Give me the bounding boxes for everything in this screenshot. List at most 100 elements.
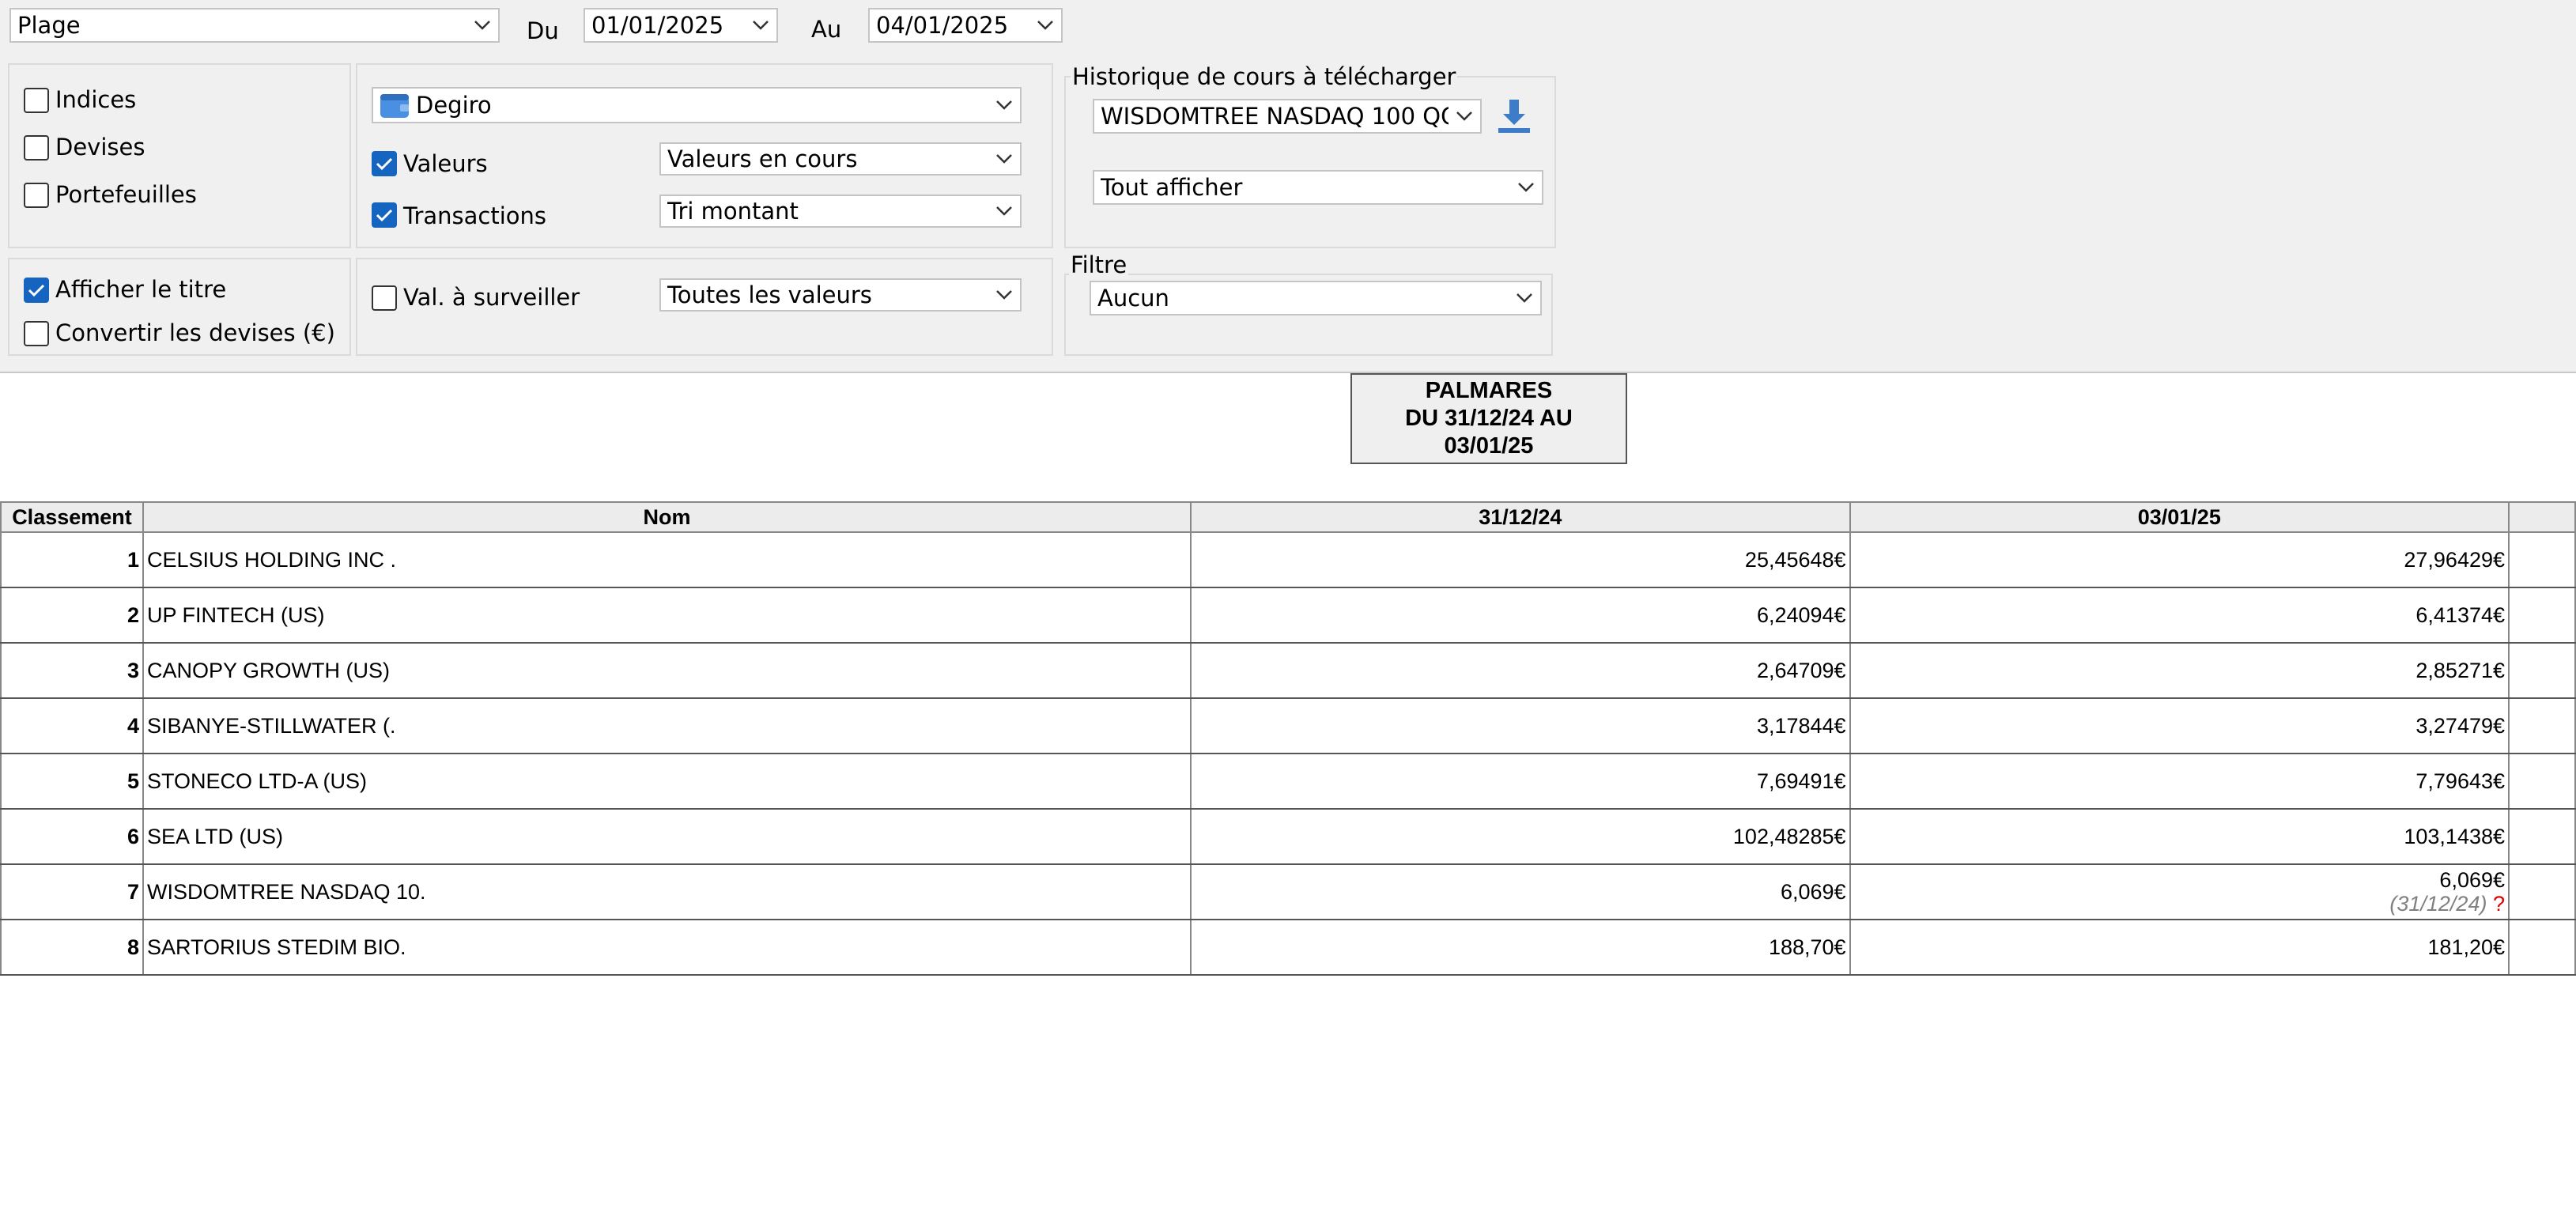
column-header-extra bbox=[2508, 501, 2576, 533]
afficher-titre-label: Afficher le titre bbox=[55, 276, 227, 303]
history-display-select[interactable]: Tout afficher bbox=[1093, 170, 1543, 205]
portefeuilles-checkbox[interactable] bbox=[24, 183, 49, 208]
check-icon bbox=[376, 209, 393, 222]
report-title-line3: 03/01/25 bbox=[1444, 433, 1534, 459]
start-price-cell: 102,48285€ bbox=[1190, 809, 1851, 865]
start-price-cell: 7,69491€ bbox=[1190, 754, 1851, 810]
check-icon bbox=[376, 157, 393, 171]
history-security-select[interactable]: WISDOMTREE NASDAQ 100 QQ bbox=[1093, 99, 1482, 134]
transactions-checkbox[interactable] bbox=[372, 202, 397, 228]
history-security-value: WISDOMTREE NASDAQ 100 QQ bbox=[1101, 103, 1449, 130]
devises-checkbox[interactable] bbox=[24, 135, 49, 161]
val-surveiller-value: Toutes les valeurs bbox=[667, 281, 872, 308]
table-row[interactable]: 8 SARTORIUS STEDIM BIO. 188,70€ 181,20€ bbox=[0, 920, 2576, 976]
chevron-down-icon bbox=[745, 20, 776, 31]
chevron-down-icon bbox=[1510, 182, 1542, 193]
end-price-cell: 27,96429€ bbox=[1849, 532, 2510, 588]
table-row[interactable]: 6 SEA LTD (US) 102,48285€ 103,1438€ bbox=[0, 809, 2576, 865]
val-surveiller-checkbox[interactable] bbox=[372, 285, 397, 311]
rank-cell: 4 bbox=[0, 698, 144, 754]
chevron-down-icon bbox=[988, 153, 1020, 164]
name-cell: WISDOMTREE NASDAQ 10. bbox=[142, 864, 1192, 920]
to-date-value: 04/01/2025 bbox=[876, 12, 1009, 39]
end-price-cell: 2,85271€ bbox=[1849, 643, 2510, 699]
afficher-titre-checkbox[interactable] bbox=[24, 278, 49, 303]
rank-cell: 3 bbox=[0, 643, 144, 699]
name-cell: SARTORIUS STEDIM BIO. bbox=[142, 920, 1192, 976]
end-price-cell: 6,41374€ bbox=[1849, 587, 2510, 644]
report-title: PALMARES DU 31/12/24 AU 03/01/25 bbox=[1350, 373, 1627, 464]
rank-cell: 6 bbox=[0, 809, 144, 865]
chevron-down-icon bbox=[1509, 293, 1540, 304]
devises-label: Devises bbox=[55, 134, 145, 161]
portfolio-value: Degiro bbox=[416, 92, 492, 119]
column-header-rank[interactable]: Classement bbox=[0, 501, 144, 533]
chevron-down-icon bbox=[988, 289, 1020, 300]
extra-cell bbox=[2508, 809, 2576, 865]
indices-label: Indices bbox=[55, 86, 137, 113]
missing-quote-flag: ? bbox=[2492, 892, 2506, 916]
portfolio-select[interactable]: Degiro bbox=[372, 87, 1022, 123]
chevron-down-icon bbox=[1029, 20, 1061, 31]
to-date-picker[interactable]: 04/01/2025 bbox=[868, 8, 1063, 43]
report-title-line1: PALMARES bbox=[1425, 378, 1553, 403]
extra-cell bbox=[2508, 643, 2576, 699]
val-surveiller-select[interactable]: Toutes les valeurs bbox=[659, 278, 1022, 312]
history-legend: Historique de cours à télécharger bbox=[1071, 63, 1458, 90]
chevron-down-icon bbox=[988, 100, 1020, 111]
options-panel: Plage Du 01/01/2025 Au 04/01/2025 Indice… bbox=[0, 0, 2576, 373]
table-row[interactable]: 4 SIBANYE-STILLWATER (. 3,17844€ 3,27479… bbox=[0, 698, 2576, 754]
name-cell: SEA LTD (US) bbox=[142, 809, 1192, 865]
name-cell: UP FINTECH (US) bbox=[142, 587, 1192, 644]
indices-checkbox[interactable] bbox=[24, 88, 49, 113]
table-row[interactable]: 5 STONECO LTD-A (US) 7,69491€ 7,79643€ bbox=[0, 754, 2576, 810]
rank-cell: 5 bbox=[0, 754, 144, 810]
filter-value: Aucun bbox=[1097, 285, 1169, 312]
filter-select[interactable]: Aucun bbox=[1090, 281, 1542, 315]
name-cell: CELSIUS HOLDING INC . bbox=[142, 532, 1192, 588]
convertir-devises-label: Convertir les devises (€) bbox=[55, 319, 335, 346]
range-mode-select[interactable]: Plage bbox=[9, 8, 500, 43]
from-date-picker[interactable]: 01/01/2025 bbox=[584, 8, 778, 43]
table-row[interactable]: 2 UP FINTECH (US) 6,24094€ 6,41374€ bbox=[0, 587, 2576, 644]
convertir-devises-checkbox[interactable] bbox=[24, 321, 49, 346]
end-price-cell: 181,20€ bbox=[1849, 920, 2510, 976]
end-price-cell: 6,069€ (31/12/24) ? bbox=[1849, 864, 2510, 920]
extra-cell bbox=[2508, 864, 2576, 920]
column-header-end-date[interactable]: 03/01/25 bbox=[1849, 501, 2510, 533]
end-price-cell: 7,79643€ bbox=[1849, 754, 2510, 810]
transactions-select[interactable]: Tri montant bbox=[659, 195, 1022, 228]
transactions-label: Transactions bbox=[403, 202, 547, 229]
column-header-start-date[interactable]: 31/12/24 bbox=[1190, 501, 1851, 533]
name-cell: CANOPY GROWTH (US) bbox=[142, 643, 1192, 699]
end-price-cell: 103,1438€ bbox=[1849, 809, 2510, 865]
extra-cell bbox=[2508, 698, 2576, 754]
portefeuilles-label: Portefeuilles bbox=[55, 181, 197, 208]
table-header-row: Classement Nom 31/12/24 03/01/25 bbox=[0, 501, 2576, 533]
from-date-value: 01/01/2025 bbox=[591, 12, 724, 39]
table-row[interactable]: 3 CANOPY GROWTH (US) 2,64709€ 2,85271€ bbox=[0, 643, 2576, 699]
wallet-icon bbox=[380, 92, 410, 119]
val-surveiller-label: Val. à surveiller bbox=[403, 284, 580, 311]
download-button[interactable] bbox=[1494, 96, 1534, 136]
extra-cell bbox=[2508, 532, 2576, 588]
table-row[interactable]: 7 WISDOMTREE NASDAQ 10. 6,069€ 6,069€ (3… bbox=[0, 864, 2576, 920]
download-icon bbox=[1498, 100, 1530, 133]
range-mode-value: Plage bbox=[17, 12, 81, 39]
to-label: Au bbox=[811, 16, 842, 43]
rank-cell: 7 bbox=[0, 864, 144, 920]
valeurs-select-value: Valeurs en cours bbox=[667, 145, 858, 172]
check-icon bbox=[28, 284, 45, 297]
from-label: Du bbox=[527, 17, 559, 44]
start-price-cell: 188,70€ bbox=[1190, 920, 1851, 976]
extra-cell bbox=[2508, 587, 2576, 644]
valeurs-select[interactable]: Valeurs en cours bbox=[659, 142, 1022, 176]
name-cell: SIBANYE-STILLWATER (. bbox=[142, 698, 1192, 754]
valeurs-checkbox[interactable] bbox=[372, 151, 397, 176]
table-row[interactable]: 1 CELSIUS HOLDING INC . 25,45648€ 27,964… bbox=[0, 532, 2576, 588]
transactions-select-value: Tri montant bbox=[667, 198, 799, 225]
column-header-name[interactable]: Nom bbox=[142, 501, 1192, 533]
extra-cell bbox=[2508, 920, 2576, 976]
start-price-cell: 2,64709€ bbox=[1190, 643, 1851, 699]
rank-cell: 8 bbox=[0, 920, 144, 976]
